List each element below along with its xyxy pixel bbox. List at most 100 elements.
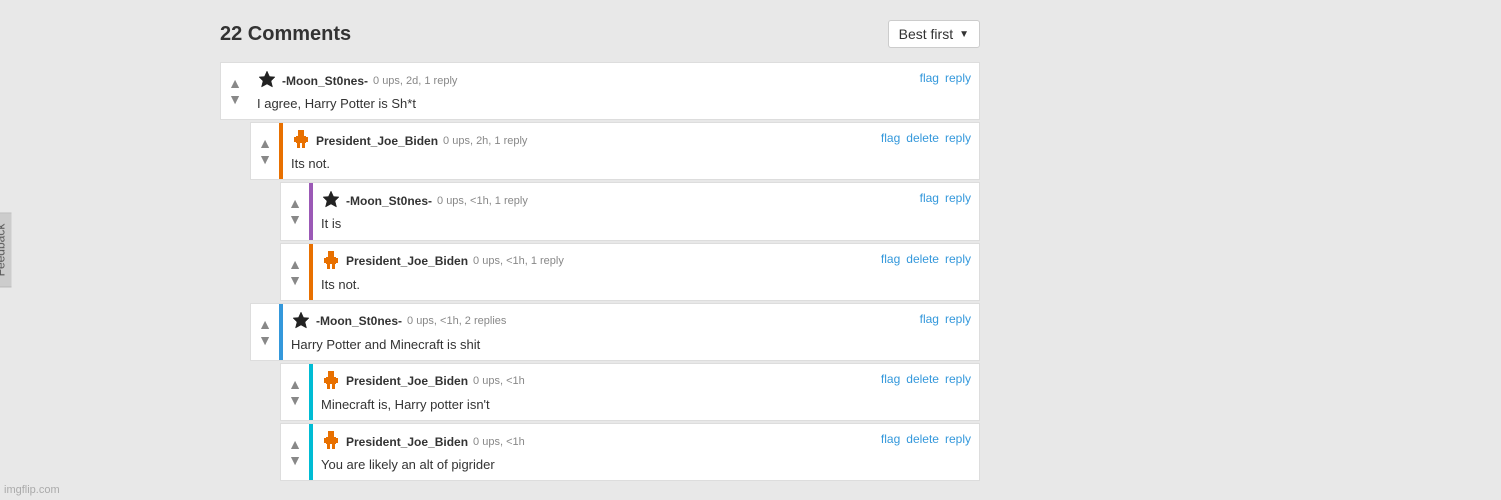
comment-block: ▲▼ -Moon_St0nes-0 ups, <1h, 2 replies Har…: [250, 303, 980, 361]
user-avatar: [321, 430, 341, 453]
username: President_Joe_Biden: [316, 134, 438, 148]
comment-content: President_Joe_Biden 0 ups, <1h You are lik…: [313, 424, 881, 480]
reply-link[interactable]: reply: [945, 372, 971, 386]
reply-link[interactable]: reply: [945, 252, 971, 266]
flag-link[interactable]: flag: [920, 312, 939, 326]
chevron-down-icon: ▼: [959, 29, 969, 40]
downvote-button[interactable]: ▼: [258, 332, 272, 348]
comment-actions: flag delete reply: [881, 424, 979, 480]
comment-text: Its not.: [321, 276, 873, 294]
comment-text: Harry Potter and Minecraft is shit: [291, 336, 912, 354]
upvote-button[interactable]: ▲: [228, 75, 242, 91]
comment-text: I agree, Harry Potter is Sh*t: [257, 95, 912, 113]
vote-col: ▲▼: [221, 63, 249, 119]
sort-dropdown[interactable]: Best first ▼: [888, 20, 980, 48]
upvote-button[interactable]: ▲: [288, 376, 302, 392]
comment-actions: flag reply: [920, 183, 979, 239]
comment-item: ▲▼ -Moon_St0nes- 0 ups, 2d, 1 reply I agre…: [220, 62, 980, 120]
upvote-button[interactable]: ▲: [288, 256, 302, 272]
comment-text: Minecraft is, Harry potter isn't: [321, 396, 873, 414]
vote-col: ▲▼: [281, 244, 309, 300]
comment-content: -Moon_St0nes-0 ups, <1h, 2 replies Harry …: [283, 304, 920, 360]
flag-link[interactable]: flag: [881, 432, 900, 446]
comment-block: ▲▼ President_Joe_Biden0 ups, <1h, 1 repl…: [280, 243, 980, 301]
comment-actions: flag reply: [920, 63, 979, 119]
delete-link[interactable]: delete: [906, 372, 939, 386]
comment-row: ▲▼ -Moon_St0nes- 0 ups, 2d, 1 reply I agre…: [221, 63, 979, 119]
comment-block: ▲▼ President_Joe_Biden0 ups, <1h Minecraf…: [280, 363, 980, 421]
comment-meta: -Moon_St0nes-0 ups, <1h, 2 replies: [291, 310, 912, 333]
reply-link[interactable]: reply: [945, 312, 971, 326]
comment-row: ▲▼ -Moon_St0nes-0 ups, <1h, 1 reply It is…: [281, 183, 979, 239]
comment-content: President_Joe_Biden0 ups, <1h Minecraft i…: [313, 364, 881, 420]
comment-meta-info: 0 ups, <1h: [473, 436, 525, 448]
comment-text: It is: [321, 215, 912, 233]
comment-meta: President_Joe_Biden0 ups, <1h: [321, 370, 873, 393]
feedback-tab[interactable]: Feedback: [0, 213, 12, 288]
delete-link[interactable]: delete: [906, 252, 939, 266]
comment-item: ▲▼ -Moon_St0nes-0 ups, <1h, 1 reply It is…: [280, 182, 980, 240]
flag-link[interactable]: flag: [881, 252, 900, 266]
comment-block: ▲▼ President_Joe_Biden 0 ups, 2h, 1 reply…: [250, 122, 980, 180]
comments-header: 22 Comments Best first ▼: [220, 20, 980, 48]
comment-text: Its not.: [291, 155, 873, 173]
comment-content: -Moon_St0nes-0 ups, <1h, 1 reply It is: [313, 183, 920, 239]
comment-row: ▲▼ -Moon_St0nes-0 ups, <1h, 2 replies Har…: [251, 304, 979, 360]
upvote-button[interactable]: ▲: [288, 195, 302, 211]
downvote-button[interactable]: ▼: [288, 392, 302, 408]
downvote-button[interactable]: ▼: [288, 272, 302, 288]
sort-label: Best first: [899, 26, 953, 42]
comment-meta-info: 0 ups, 2d, 1 reply: [373, 75, 457, 87]
comment-meta-info: 0 ups, 2h, 1 reply: [443, 135, 527, 147]
downvote-button[interactable]: ▼: [228, 91, 242, 107]
username: -Moon_St0nes-: [282, 74, 368, 88]
delete-link[interactable]: delete: [906, 432, 939, 446]
downvote-button[interactable]: ▼: [258, 151, 272, 167]
comments-title: 22 Comments: [220, 23, 351, 46]
user-avatar: [321, 189, 341, 212]
downvote-button[interactable]: ▼: [288, 211, 302, 227]
flag-link[interactable]: flag: [920, 71, 939, 85]
vote-col: ▲▼: [281, 183, 309, 239]
flag-link[interactable]: flag: [881, 131, 900, 145]
vote-col: ▲▼: [281, 364, 309, 420]
username: -Moon_St0nes-: [346, 194, 432, 208]
reply-link[interactable]: reply: [945, 71, 971, 85]
reply-link[interactable]: reply: [945, 131, 971, 145]
comment-row: ▲▼ President_Joe_Biden 0 ups, 2h, 1 reply…: [251, 123, 979, 179]
comment-text: You are likely an alt of pigrider: [321, 456, 873, 474]
comment-row: ▲▼ President_Joe_Biden0 ups, <1h Minecraf…: [281, 364, 979, 420]
comment-meta: President_Joe_Biden 0 ups, 2h, 1 reply: [291, 129, 873, 152]
comment-meta: -Moon_St0nes-0 ups, <1h, 1 reply: [321, 189, 912, 212]
comment-item: ▲▼ President_Joe_Biden 0 ups, <1h You are …: [280, 423, 980, 481]
delete-link[interactable]: delete: [906, 131, 939, 145]
comment-content: -Moon_St0nes- 0 ups, 2d, 1 reply I agree, …: [249, 63, 920, 119]
reply-link[interactable]: reply: [945, 191, 971, 205]
comment-content: President_Joe_Biden 0 ups, 2h, 1 reply Its…: [283, 123, 881, 179]
comment-meta-info: 0 ups, <1h: [473, 375, 525, 387]
comment-meta: President_Joe_Biden0 ups, <1h, 1 reply: [321, 250, 873, 273]
username: President_Joe_Biden: [346, 435, 468, 449]
user-avatar: [321, 370, 341, 393]
flag-link[interactable]: flag: [881, 372, 900, 386]
comment-item: ▲▼ President_Joe_Biden0 ups, <1h Minecraf…: [280, 363, 980, 421]
comment-block: ▲▼ -Moon_St0nes- 0 ups, 2d, 1 reply I agre…: [220, 62, 980, 120]
upvote-button[interactable]: ▲: [258, 316, 272, 332]
user-avatar: [321, 250, 341, 273]
comment-row: ▲▼ President_Joe_Biden 0 ups, <1h You are …: [281, 424, 979, 480]
reply-link[interactable]: reply: [945, 432, 971, 446]
downvote-button[interactable]: ▼: [288, 452, 302, 468]
comments-list: ▲▼ -Moon_St0nes-0 ups, 2d, 1 replyI agre…: [220, 62, 980, 481]
upvote-button[interactable]: ▲: [288, 436, 302, 452]
comment-meta-info: 0 ups, <1h, 1 reply: [473, 255, 564, 267]
comment-block: ▲▼ -Moon_St0nes-0 ups, <1h, 1 reply It is…: [280, 182, 980, 240]
comment-meta-info: 0 ups, <1h, 2 replies: [407, 315, 506, 327]
flag-link[interactable]: flag: [920, 191, 939, 205]
upvote-button[interactable]: ▲: [258, 135, 272, 151]
comment-item: ▲▼ President_Joe_Biden0 ups, <1h, 1 repl…: [280, 243, 980, 301]
imgflip-credit: imgflip.com: [4, 484, 60, 496]
comment-row: ▲▼ President_Joe_Biden0 ups, <1h, 1 repl…: [281, 244, 979, 300]
comment-actions: flag reply: [920, 304, 979, 360]
comment-actions: flag delete reply: [881, 364, 979, 420]
vote-col: ▲▼: [251, 304, 279, 360]
